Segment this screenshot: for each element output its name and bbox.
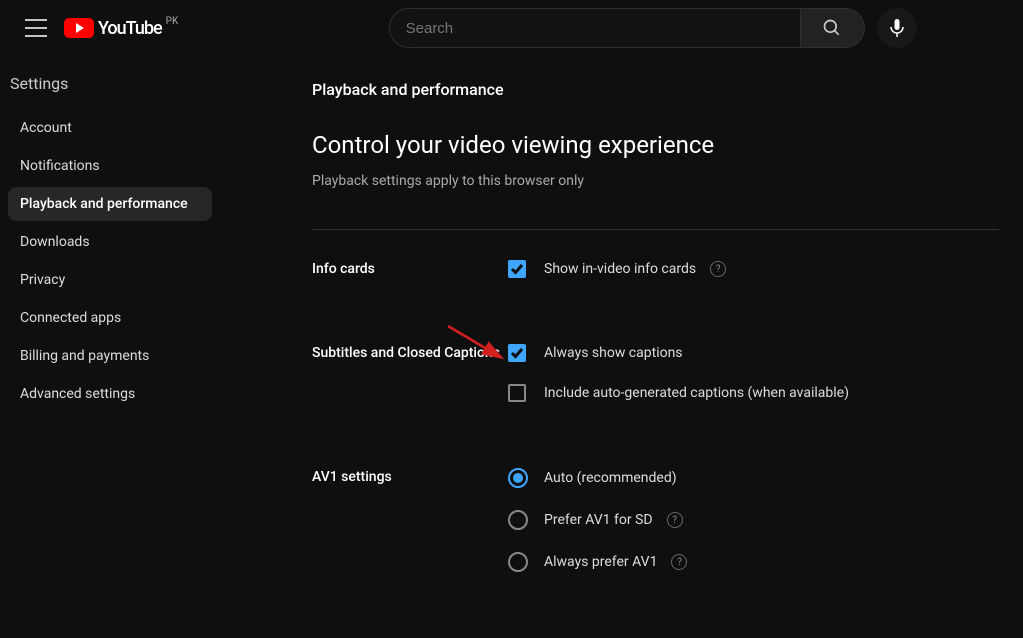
sidebar-item-advanced[interactable]: Advanced settings — [8, 377, 212, 411]
radio-av1-sd[interactable] — [508, 510, 528, 530]
page-title: Control your video viewing experience — [312, 131, 999, 159]
option-auto-generated-captions: Include auto-generated captions (when av… — [508, 384, 999, 402]
microphone-icon — [890, 19, 904, 37]
radio-av1-auto[interactable] — [508, 468, 528, 488]
subtitles-label: Subtitles and Closed Captions — [312, 344, 508, 424]
help-icon[interactable]: ? — [667, 512, 683, 528]
option-text: Auto (recommended) — [544, 470, 677, 486]
option-text: Include auto-generated captions (when av… — [544, 385, 849, 401]
section-heading: Playback and performance — [312, 80, 999, 99]
subtitles-row: Subtitles and Closed Captions Always sho… — [312, 344, 999, 424]
option-text: Always prefer AV1 — [544, 554, 657, 570]
help-icon[interactable]: ? — [710, 261, 726, 277]
option-text: Prefer AV1 for SD — [544, 512, 653, 528]
sidebar-item-playback[interactable]: Playback and performance — [8, 187, 212, 221]
sidebar-item-billing[interactable]: Billing and payments — [8, 339, 212, 373]
divider — [312, 229, 999, 230]
av1-label: AV1 settings — [312, 468, 508, 594]
sidebar-item-privacy[interactable]: Privacy — [8, 263, 212, 297]
checkbox-show-info-cards[interactable] — [508, 260, 526, 278]
option-av1-auto: Auto (recommended) — [508, 468, 999, 488]
search-icon — [822, 18, 842, 38]
youtube-logo[interactable]: YouTube PK — [64, 18, 178, 39]
country-code: PK — [166, 16, 179, 27]
app-header: YouTube PK — [0, 0, 1023, 56]
checkbox-auto-generated-captions[interactable] — [508, 384, 526, 402]
option-show-info-cards: Show in-video info cards ? — [508, 260, 999, 278]
sidebar-item-notifications[interactable]: Notifications — [8, 149, 212, 183]
radio-av1-always[interactable] — [508, 552, 528, 572]
option-text: Show in-video info cards — [544, 261, 696, 277]
option-av1-always: Always prefer AV1 ? — [508, 552, 999, 572]
info-cards-label: Info cards — [312, 260, 508, 300]
info-cards-row: Info cards Show in-video info cards ? — [312, 260, 999, 300]
checkbox-always-show-captions[interactable] — [508, 344, 526, 362]
sidebar-title: Settings — [8, 68, 212, 111]
help-icon[interactable]: ? — [671, 554, 687, 570]
play-icon — [64, 18, 94, 38]
search-container — [298, 8, 1007, 48]
option-always-show-captions: Always show captions — [508, 344, 999, 362]
search-input[interactable] — [389, 8, 801, 48]
option-text: Always show captions — [544, 345, 683, 361]
av1-row: AV1 settings Auto (recommended) Prefer A… — [312, 468, 999, 594]
hamburger-menu-button[interactable] — [16, 8, 56, 48]
settings-sidebar: Settings Account Notifications Playback … — [0, 56, 220, 427]
logo-text: YouTube — [98, 18, 162, 39]
option-av1-sd: Prefer AV1 for SD ? — [508, 510, 999, 530]
main-content: Playback and performance Control your vi… — [312, 80, 1023, 638]
voice-search-button[interactable] — [877, 8, 917, 48]
hamburger-icon — [25, 19, 47, 37]
search-button[interactable] — [801, 8, 865, 48]
page-subtitle: Playback settings apply to this browser … — [312, 173, 999, 189]
sidebar-item-connected-apps[interactable]: Connected apps — [8, 301, 212, 335]
sidebar-item-account[interactable]: Account — [8, 111, 212, 145]
sidebar-item-downloads[interactable]: Downloads — [8, 225, 212, 259]
